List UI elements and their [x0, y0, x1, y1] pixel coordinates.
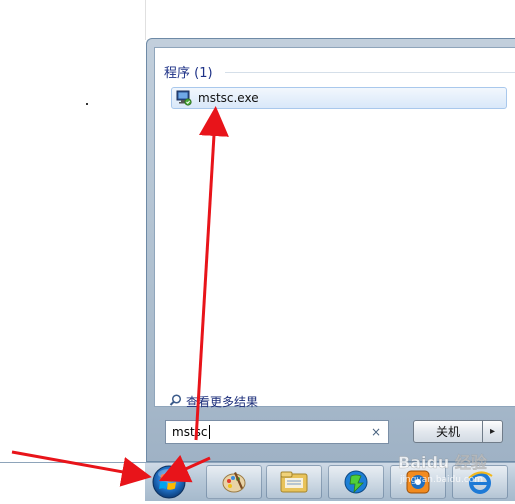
taskbar-item-paint[interactable]: [206, 465, 262, 499]
start-search-input[interactable]: mstsc ×: [165, 420, 389, 444]
taskbar-item-explorer[interactable]: [266, 465, 322, 499]
shutdown-control: 关机 ▸: [413, 420, 503, 443]
taskbar-item-download[interactable]: [328, 465, 384, 499]
chevron-right-icon: ▸: [489, 426, 496, 437]
file-explorer-icon: [280, 471, 308, 493]
taskbar-item-ie[interactable]: [452, 465, 508, 499]
document-background: [0, 0, 145, 462]
section-divider: [225, 72, 515, 73]
search-icon: [169, 392, 182, 411]
result-item-mstsc[interactable]: mstsc.exe: [171, 87, 507, 109]
see-more-results-label: 查看更多结果: [186, 395, 259, 409]
taskbar-left-blank: [0, 463, 145, 501]
media-app-icon: [406, 470, 430, 494]
text-caret: [208, 425, 210, 440]
internet-explorer-icon: [468, 471, 493, 494]
shutdown-options-button[interactable]: ▸: [483, 420, 503, 443]
search-input-value: mstsc: [172, 424, 208, 439]
taskbar: [0, 462, 515, 501]
result-item-label: mstsc.exe: [198, 91, 259, 105]
taskbar-item-media[interactable]: [390, 465, 446, 499]
clear-search-icon[interactable]: ×: [368, 425, 384, 439]
start-button[interactable]: [150, 464, 188, 500]
programs-section-header: 程序 (1): [164, 66, 213, 81]
paint-icon: [222, 472, 246, 493]
remote-desktop-icon: [176, 90, 192, 106]
background-window-edge: [145, 0, 515, 40]
document-dot: [86, 103, 88, 105]
see-more-results-link[interactable]: 查看更多结果: [169, 392, 258, 411]
search-results-pane: 程序 (1) mstsc.exe 查看更多结果: [154, 47, 515, 409]
download-icon: [344, 470, 368, 494]
windows-orb-icon: [152, 465, 186, 499]
shutdown-button[interactable]: 关机: [413, 420, 483, 443]
start-menu: 程序 (1) mstsc.exe 查看更多结果 mstsc × 关机 ▸: [146, 38, 515, 462]
